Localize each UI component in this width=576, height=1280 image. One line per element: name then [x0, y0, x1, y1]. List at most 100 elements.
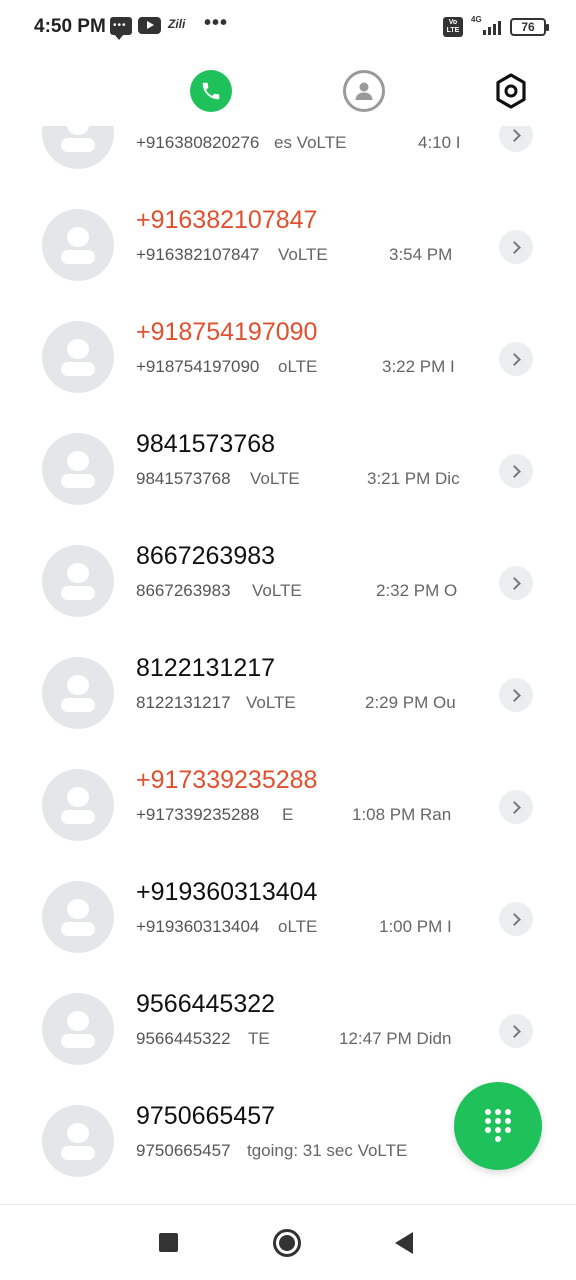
- call-info: VoLTE: [250, 469, 300, 488]
- chevron-right-icon: [508, 1024, 521, 1038]
- caller-name: +917339235288: [136, 766, 318, 794]
- chevron-right-icon: [508, 464, 521, 478]
- caller-number: +917339235288: [136, 805, 260, 824]
- avatar: [42, 209, 114, 281]
- call-time: 4:10 I: [418, 133, 461, 152]
- caller-name: +918754197090: [136, 318, 318, 346]
- message-notification-icon: •••: [110, 17, 132, 40]
- tab-phone[interactable]: [190, 70, 232, 112]
- caller-name: 9750665457: [136, 1102, 276, 1130]
- call-details: 8122131217 VoLTE 2:29 PM Ou: [136, 693, 466, 715]
- call-info: VoLTE: [252, 581, 302, 600]
- call-time: 3:21 PM Dic: [367, 469, 460, 488]
- back-triangle-icon[interactable]: [395, 1232, 413, 1254]
- call-log-row[interactable]: 8667263983 8667263983 VoLTE 2:32 PM O: [0, 517, 576, 629]
- volte-icon: Vo LTE: [443, 17, 463, 37]
- caller-number: +919360313404: [136, 917, 260, 936]
- call-log-row[interactable]: +917339235288 +917339235288 E 1:08 PM Ra…: [0, 741, 576, 853]
- recents-square-icon[interactable]: [159, 1233, 178, 1252]
- caller-number: 9566445322: [136, 1029, 231, 1048]
- call-log-row[interactable]: 9841573768 9841573768 VoLTE 3:21 PM Dic: [0, 405, 576, 517]
- chevron-right-icon: [508, 240, 521, 254]
- call-detail-button[interactable]: [499, 230, 533, 264]
- call-log-row[interactable]: +918754197090 +918754197090 oLTE 3:22 PM…: [0, 293, 576, 405]
- call-log-row[interactable]: +916382107847 +916382107847 VoLTE 3:54 P…: [0, 181, 576, 293]
- battery-icon: 76: [510, 18, 549, 36]
- dialpad-button[interactable]: [454, 1082, 542, 1170]
- call-details: +918754197090 oLTE 3:22 PM I: [136, 357, 466, 379]
- call-detail-button[interactable]: [499, 566, 533, 600]
- call-details: +919360313404 oLTE 1:00 PM I: [136, 917, 466, 939]
- chevron-right-icon: [508, 912, 521, 926]
- caller-name: +919360313404: [136, 878, 318, 906]
- tab-contacts[interactable]: [343, 70, 385, 112]
- caller-number: 8122131217: [136, 693, 231, 712]
- call-time: 2:32 PM O: [376, 581, 458, 600]
- call-detail-button[interactable]: [499, 902, 533, 936]
- call-detail-button[interactable]: [499, 454, 533, 488]
- call-details: +916382107847 VoLTE 3:54 PM: [136, 245, 466, 267]
- caller-name: +916382107847: [136, 206, 318, 234]
- call-info: TE: [248, 1029, 270, 1048]
- call-details: 9566445322 TE 12:47 PM Didn: [136, 1029, 466, 1051]
- call-time: 1:08 PM Ran: [352, 805, 452, 824]
- system-nav-bar: [0, 1204, 576, 1280]
- call-info: VoLTE: [246, 693, 296, 712]
- call-log-row[interactable]: 8122131217 8122131217 VoLTE 2:29 PM Ou: [0, 629, 576, 741]
- call-detail-button[interactable]: [499, 126, 533, 152]
- call-log-row[interactable]: +919360313404 +919360313404 oLTE 1:00 PM…: [0, 853, 576, 965]
- call-details: 9750665457 tgoing: 31 sec VoLTE: [136, 1141, 466, 1163]
- call-time: 1:00 PM I: [379, 917, 452, 936]
- avatar: [42, 769, 114, 841]
- home-circle-icon[interactable]: [273, 1229, 301, 1257]
- settings-icon: [496, 73, 526, 109]
- youtube-notification-icon: [138, 17, 161, 34]
- caller-number: 9750665457: [136, 1141, 231, 1160]
- call-log-list: +916380820276 es VoLTE 4:10 I +916382107…: [0, 126, 576, 1204]
- network-type: 4G: [471, 15, 482, 24]
- signal-icon: 4G: [471, 15, 501, 37]
- chevron-right-icon: [508, 352, 521, 366]
- caller-name: 9841573768: [136, 430, 276, 458]
- call-detail-button[interactable]: [499, 1014, 533, 1048]
- call-detail-button[interactable]: [499, 342, 533, 376]
- status-time: 4:50 PM: [34, 16, 106, 37]
- call-time: 2:29 PM Ou: [365, 693, 456, 712]
- call-info: tgoing: 31 sec VoLTE: [247, 1141, 408, 1160]
- more-notifications-icon: •••: [204, 12, 229, 34]
- call-detail-button[interactable]: [499, 678, 533, 712]
- avatar: [42, 126, 114, 169]
- call-log-row[interactable]: 9566445322 9566445322 TE 12:47 PM Didn: [0, 965, 576, 1077]
- call-time: 12:47 PM Didn: [339, 1029, 452, 1048]
- tab-settings[interactable]: [490, 70, 532, 112]
- call-time: 3:54 PM: [389, 245, 453, 264]
- avatar: [42, 881, 114, 953]
- avatar: [42, 433, 114, 505]
- call-time: 3:22 PM I: [382, 357, 455, 376]
- top-tab-bar: [0, 56, 576, 126]
- call-detail-button[interactable]: [499, 790, 533, 824]
- caller-number: 9841573768: [136, 469, 231, 488]
- call-info: oLTE: [278, 357, 318, 376]
- caller-name: 8667263983: [136, 542, 276, 570]
- avatar: [42, 1105, 114, 1177]
- chevron-right-icon: [508, 576, 521, 590]
- caller-name: 9566445322: [136, 990, 276, 1018]
- chevron-right-icon: [508, 800, 521, 814]
- zili-notification-icon: Zili: [168, 17, 186, 31]
- avatar: [42, 993, 114, 1065]
- call-info: oLTE: [278, 917, 318, 936]
- call-log-row[interactable]: +916380820276 es VoLTE 4:10 I: [0, 126, 576, 181]
- avatar: [42, 545, 114, 617]
- call-details: +916380820276 es VoLTE 4:10 I: [136, 133, 466, 155]
- caller-number: +918754197090: [136, 357, 260, 376]
- caller-number: +916382107847: [136, 245, 260, 264]
- dialpad-icon: [485, 1109, 511, 1143]
- chevron-right-icon: [508, 688, 521, 702]
- phone-icon: [202, 82, 220, 100]
- call-details: 9841573768 VoLTE 3:21 PM Dic: [136, 469, 466, 491]
- avatar: [42, 657, 114, 729]
- call-info: E: [282, 805, 294, 824]
- status-bar: 4:50 PM ••• Zili ••• Vo LTE 4G 76: [0, 0, 576, 56]
- chevron-right-icon: [508, 128, 521, 142]
